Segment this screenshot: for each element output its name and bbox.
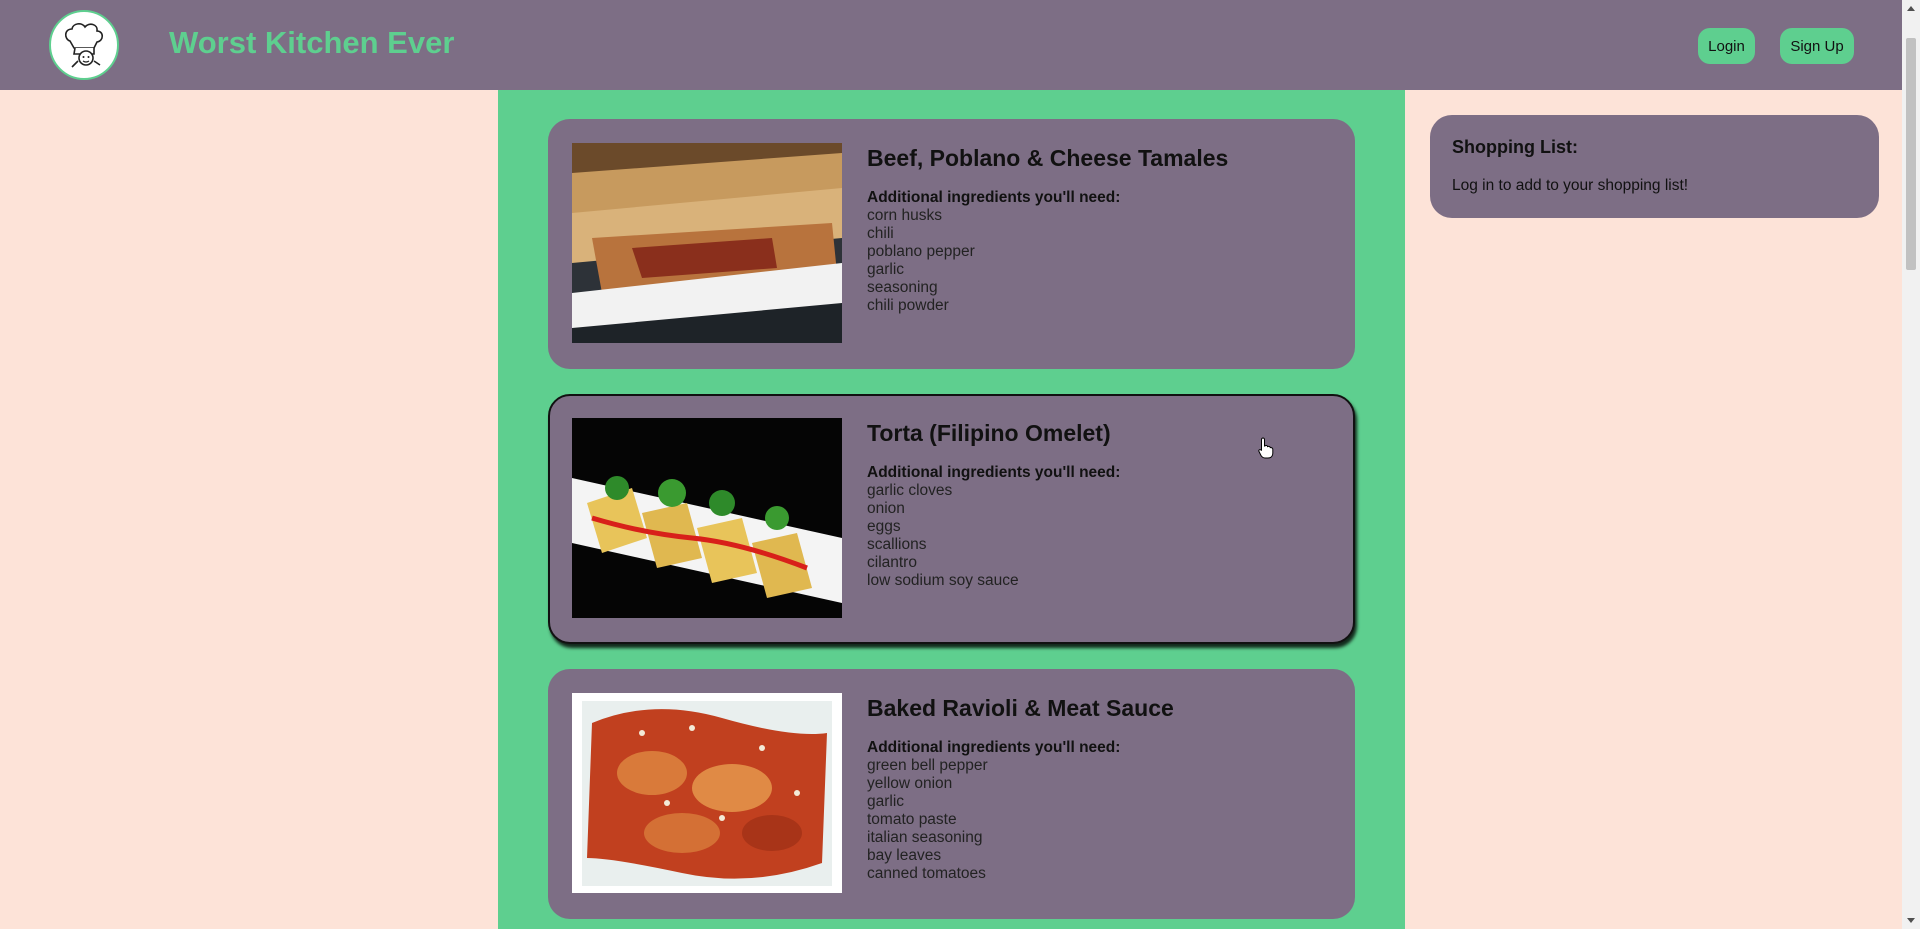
ingredient-item: bay leaves (867, 847, 942, 864)
ingredients-heading: Additional ingredients you'll need: (867, 189, 1121, 206)
ingredient-item: low sodium soy sauce (867, 572, 1019, 589)
recipe-image (572, 143, 842, 343)
ingredient-item: yellow onion (867, 775, 953, 792)
recipe-title[interactable]: Baked Ravioli & Meat Sauce (867, 695, 1174, 722)
signup-button[interactable]: Sign Up (1780, 28, 1854, 64)
ingredients-list: corn husks chili poblano pepper garlic s… (867, 207, 975, 315)
recipe-image (572, 693, 842, 893)
chef-hat-icon[interactable] (49, 10, 119, 80)
hand-cursor-icon (1258, 437, 1274, 459)
shopping-list-message: Log in to add to your shopping list! (1452, 177, 1689, 194)
ingredients-list: green bell pepper yellow onion garlic to… (867, 757, 988, 883)
scrollbar-thumb[interactable] (1906, 38, 1916, 270)
ingredient-item: chili powder (867, 297, 949, 314)
login-button[interactable]: Login (1698, 28, 1755, 64)
ingredient-item: eggs (867, 518, 901, 535)
ingredient-item: onion (867, 500, 905, 517)
ingredient-item: canned tomatoes (867, 865, 986, 882)
ingredient-item: tomato paste (867, 811, 957, 828)
ingredients-heading: Additional ingredients you'll need: (867, 464, 1121, 481)
ingredient-item: seasoning (867, 279, 938, 296)
recipe-card[interactable]: Torta (Filipino Omelet) Additional ingre… (548, 394, 1355, 644)
ingredient-item: poblano pepper (867, 243, 975, 260)
recipe-card[interactable]: Beef, Poblano & Cheese Tamales Additiona… (548, 119, 1355, 369)
ingredient-item: garlic (867, 793, 905, 810)
recipe-title[interactable]: Torta (Filipino Omelet) (867, 420, 1111, 447)
shopping-list-panel: Shopping List: Log in to add to your sho… (1430, 115, 1879, 218)
ingredient-item: cilantro (867, 554, 917, 571)
recipe-title[interactable]: Beef, Poblano & Cheese Tamales (867, 145, 1228, 172)
ingredients-heading: Additional ingredients you'll need: (867, 739, 1121, 756)
ingredient-item: chili (867, 225, 894, 242)
shopping-list-title: Shopping List: (1452, 137, 1578, 157)
ingredient-item: scallions (867, 536, 927, 553)
recipe-feed: Beef, Poblano & Cheese Tamales Additiona… (498, 90, 1405, 929)
ingredient-item: italian seasoning (867, 829, 983, 846)
recipe-image (572, 418, 842, 618)
scroll-down-arrow-icon[interactable] (1907, 918, 1915, 923)
ingredients-list: garlic cloves onion eggs scallions cilan… (867, 482, 1019, 590)
site-title[interactable]: Worst Kitchen Ever (169, 25, 454, 61)
recipe-card[interactable]: Baked Ravioli & Meat Sauce Additional in… (548, 669, 1355, 919)
ingredient-item: corn husks (867, 207, 942, 224)
page-scrollbar[interactable] (1902, 0, 1920, 929)
ingredient-item: garlic (867, 261, 905, 278)
ingredient-item: green bell pepper (867, 757, 988, 774)
ingredient-item: garlic cloves (867, 482, 953, 499)
scroll-up-arrow-icon[interactable] (1907, 6, 1915, 11)
site-header: Worst Kitchen Ever Login Sign Up (0, 0, 1902, 90)
